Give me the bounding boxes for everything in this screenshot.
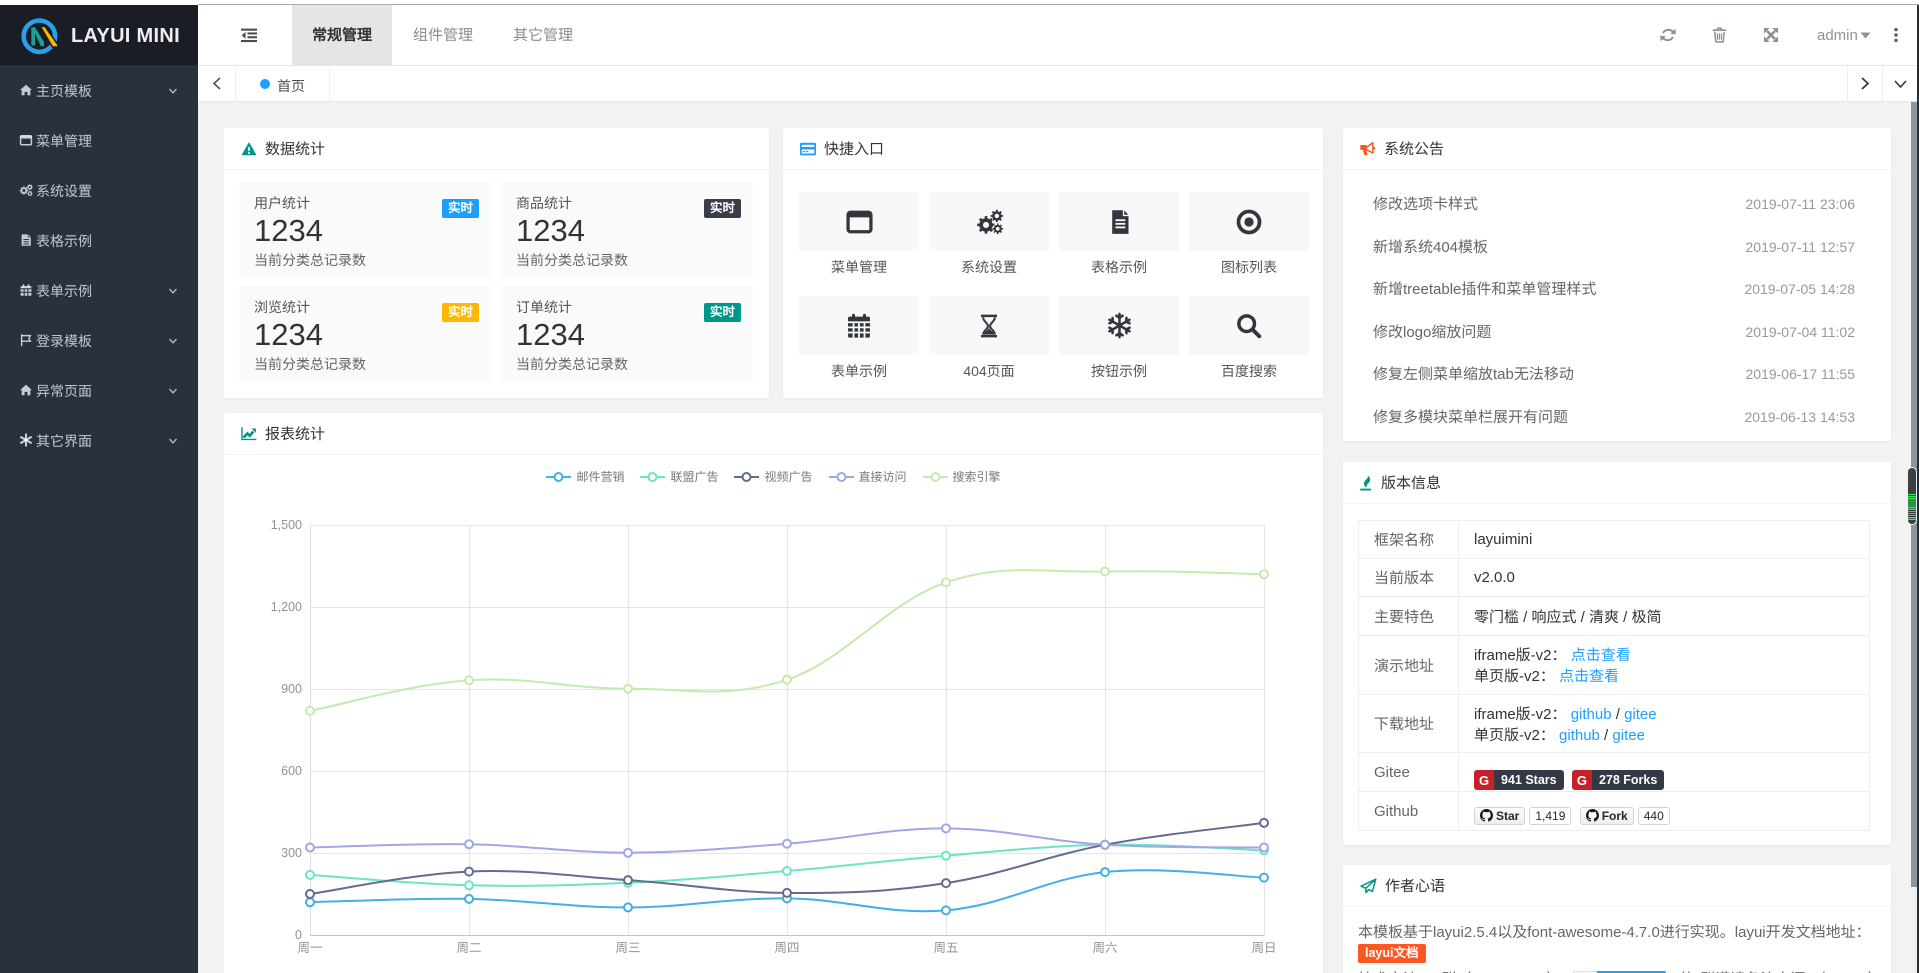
- svg-text:1,200: 1,200: [271, 600, 302, 614]
- svg-text:300: 300: [281, 846, 302, 860]
- svg-text:900: 900: [281, 682, 302, 696]
- svg-text:周六: 周六: [1092, 941, 1117, 955]
- svg-text:1,500: 1,500: [271, 518, 302, 532]
- svg-text:周日: 周日: [1251, 941, 1276, 955]
- svg-text:周二: 周二: [456, 941, 481, 955]
- svg-text:周五: 周五: [933, 941, 958, 955]
- svg-text:周一: 周一: [297, 941, 322, 955]
- svg-text:600: 600: [281, 764, 302, 778]
- svg-text:0: 0: [295, 928, 302, 942]
- svg-text:周三: 周三: [615, 941, 640, 955]
- svg-text:周四: 周四: [774, 941, 799, 955]
